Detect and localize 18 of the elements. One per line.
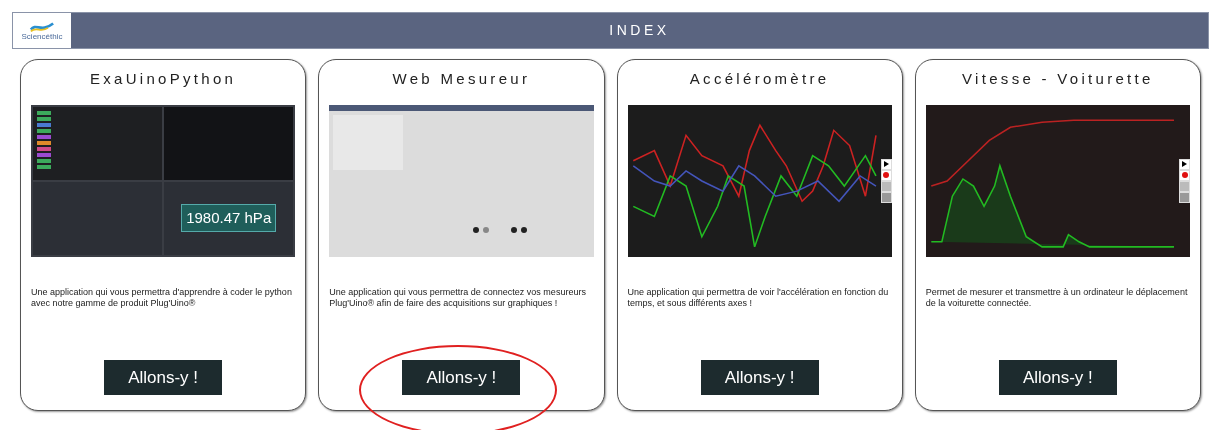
go-button[interactable]: Allons-y ! (998, 360, 1117, 395)
card-description: Une application qui permettra de voir l'accélération en fonction du temps, et sous différents axes ! (627, 286, 890, 309)
page-title: INDEX (609, 21, 670, 40)
go-button[interactable]: Allons-y ! (104, 360, 223, 395)
card-title: Vitesse - Voiturette (962, 69, 1154, 89)
card-description: Permet de mesurer et transmettre à un ordinateur le déplacement de la voiturette connectée. (925, 286, 1189, 309)
chart-toolbar[interactable] (880, 158, 892, 203)
go-button[interactable]: Allons-y ! (700, 360, 819, 395)
pressure-readout: 1980.47 hPa (181, 203, 277, 233)
logo-text: Sciencéthic (21, 32, 63, 41)
card-description: Une application qui vous permettra d'apprendre à coder le python avec notre gamme de produit Plug'Uino® (31, 286, 293, 309)
wave-logo-icon (29, 20, 55, 33)
card-description: Une application qui vous permettra de connectez vos mesureurs Plug'Uino® afin de faire des acquisitions sur graphiques ! (329, 286, 587, 309)
card-title: Accéléromètre (689, 69, 830, 89)
chart-toolbar[interactable] (1179, 158, 1190, 203)
card-title: Web Mesureur (392, 69, 531, 89)
go-button[interactable]: Allons-y ! (402, 360, 521, 395)
card-title: ExaUinoPython (89, 69, 237, 89)
